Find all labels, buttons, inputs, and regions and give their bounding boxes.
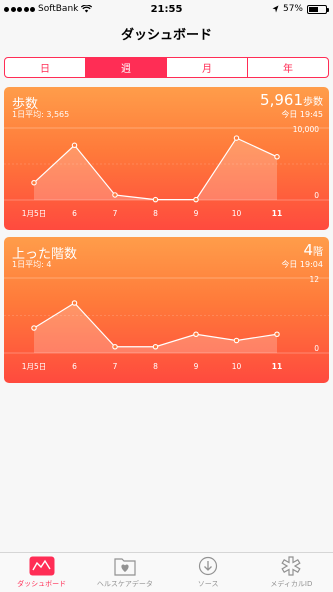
sources-icon <box>198 555 218 577</box>
tab-label: ソース <box>197 580 219 588</box>
card-value: 4階 <box>303 241 323 259</box>
x-tick-label: 10 <box>232 209 242 218</box>
data-point <box>274 154 280 160</box>
battery-level <box>309 6 319 12</box>
segment-week[interactable]: 週 <box>86 58 167 77</box>
x-tick-label: 11 <box>272 209 282 218</box>
x-tick-label: 1月5日 <box>22 209 47 218</box>
data-point <box>152 344 159 350</box>
battery-icon <box>307 4 329 14</box>
steps-card[interactable]: 10,000 0 1月5日 6 7 8 9 10 11 歩数 1日平均: 3,565 5,961… <box>4 87 329 230</box>
data-point <box>233 135 240 141</box>
series-area <box>34 138 277 200</box>
page-title: ダッシュボード <box>120 28 212 43</box>
tab-medical-id[interactable]: メディカルID <box>250 553 333 592</box>
status-right: 57% <box>272 4 329 14</box>
tab-sources[interactable]: ソース <box>167 553 250 592</box>
y-max-label: 10,000 <box>293 125 319 134</box>
card-average: 1日平均: 4 <box>12 260 52 269</box>
data-point <box>112 344 118 350</box>
data-point <box>71 300 78 306</box>
x-tick-label: 8 <box>153 362 158 371</box>
card-value-number: 5,961 <box>260 91 303 109</box>
x-tick-label: 11 <box>272 362 282 371</box>
data-point <box>274 331 280 338</box>
x-tick-label: 8 <box>153 209 158 218</box>
x-tick-label: 6 <box>72 362 77 371</box>
y-min-label: 0 <box>314 191 319 200</box>
x-tick-label: 6 <box>72 209 77 218</box>
battery-percent: 57% <box>282 4 303 14</box>
location-arrow-icon <box>272 5 279 13</box>
tab-dashboard[interactable]: ダッシュボード <box>0 553 83 592</box>
y-min-label: 0 <box>314 344 319 353</box>
tab-label: ヘルスケアデータ <box>96 580 153 588</box>
tab-label: ダッシュボード <box>17 580 67 588</box>
medical-id-icon <box>281 555 301 577</box>
x-tick-label: 9 <box>194 362 199 371</box>
card-value-unit: 階 <box>313 247 323 258</box>
data-point <box>112 192 118 198</box>
data-point <box>71 142 78 149</box>
y-max-label: 12 <box>309 275 319 284</box>
card-average: 1日平均: 3,565 <box>12 110 70 119</box>
data-point <box>152 196 159 203</box>
card-value-number: 4 <box>303 241 313 259</box>
x-tick-label: 10 <box>232 362 242 371</box>
data-point <box>233 337 240 344</box>
period-segmented-control: 日 週 月 年 <box>4 57 329 78</box>
data-point <box>31 179 37 186</box>
data-point <box>193 331 199 338</box>
status-bar: SoftBank 21:55 57% <box>0 0 333 18</box>
data-point <box>193 196 199 203</box>
health-data-icon <box>114 555 136 577</box>
x-tick-label: 1月5日 <box>22 362 47 371</box>
dashboard-icon <box>29 555 55 577</box>
segment-day[interactable]: 日 <box>5 58 86 77</box>
x-tick-label: 7 <box>113 209 118 218</box>
card-value: 5,961歩数 <box>260 91 323 109</box>
x-tick-label: 7 <box>113 362 118 371</box>
segment-year[interactable]: 年 <box>248 58 328 77</box>
card-timestamp: 今日 19:04 <box>281 260 323 269</box>
tab-bar: ダッシュボード ヘルスケアデータ ソース メディカルID <box>0 552 333 592</box>
card-value-unit: 歩数 <box>303 97 323 108</box>
segment-month[interactable]: 月 <box>167 58 248 77</box>
tab-label: メディカルID <box>270 580 313 588</box>
data-point <box>31 325 37 331</box>
card-timestamp: 今日 19:45 <box>281 110 323 119</box>
x-tick-label: 9 <box>194 209 199 218</box>
tab-health-data[interactable]: ヘルスケアデータ <box>83 553 166 592</box>
flights-climbed-card[interactable]: 12 0 1月5日 6 7 8 9 10 11 上った階数 1日平均: 4 4階 今日 19:0… <box>4 237 329 383</box>
